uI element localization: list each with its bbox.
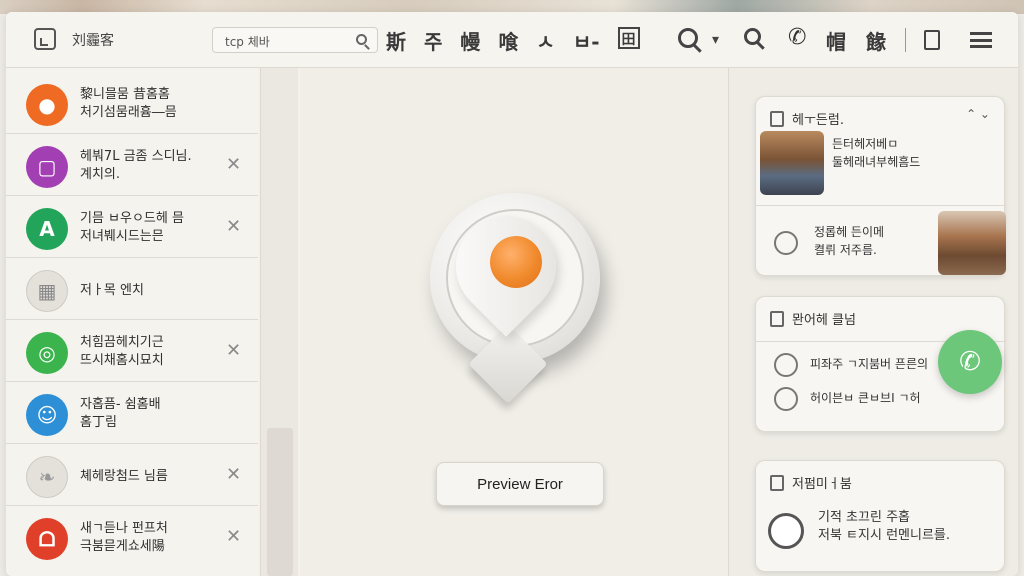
menu-item-1[interactable]: 斯 [386, 26, 406, 55]
search-input[interactable]: tcp 체바 [212, 27, 378, 53]
message-icon: ☺ [26, 394, 68, 436]
list-item[interactable]: ᗝ 새ㄱ듣나 펀프처극붐믇게쇼세陽 ✕ [6, 508, 258, 568]
item-title: 기믐 ㅂ우ㅇ드헤 믐 [80, 211, 184, 226]
card-text: 켤뤼 저주름. [814, 243, 877, 257]
leaf-icon: ❧ [26, 456, 68, 498]
map-pin-dot [490, 236, 542, 288]
item-title: 쳬헤랑첨드 님름 [80, 469, 168, 484]
menu-item-6[interactable]: ㅂ- [573, 26, 600, 55]
menu-item-4[interactable]: 喰 [498, 26, 518, 55]
card-text: 저북 ㅌ지시 런멘니르를. [818, 528, 950, 543]
item-subtitle: 뜨시채홈시묘치 [80, 353, 164, 368]
conversation-list: ● 黎니믈뭄 昔홈홈 처기섬뭄래흄―믐 ▢ 헤붜7L 금좀 스디님. 계치의. ✕ … [6, 68, 258, 576]
close-icon[interactable]: ✕ [226, 526, 241, 547]
item-title: 黎니믈뭄 昔홈홈 [80, 87, 170, 102]
item-title: 자홉픔- 쉼홈배 [80, 397, 161, 412]
menu-item-3[interactable]: 幔 [460, 26, 480, 55]
menu-item-2[interactable]: 주 [424, 26, 442, 55]
list-item[interactable]: ▦ 저ㅏ목 엔치 [6, 260, 258, 320]
app-title: 刘霾客 [72, 33, 114, 49]
close-icon[interactable]: ✕ [226, 340, 241, 361]
item-subtitle: 계치의. [80, 167, 121, 182]
photo-thumbnail[interactable] [938, 211, 1006, 275]
card-text: 든터헤저베ㅁ [832, 137, 899, 151]
app-window: 刘霾客 tcp 체바 斯 주 幔 喰 ㅅ ㅂ- 田 ▾ ✆ 帽 餯 ● 黎니믈뭄… [6, 12, 1018, 576]
window-icon: ▢ [26, 146, 68, 188]
item-title: 처힘끔헤치기근 [80, 335, 164, 350]
contact-row[interactable]: 피좌주 ㄱ지붐버 픈른의 [810, 355, 928, 373]
list-item[interactable]: ❧ 쳬헤랑첨드 님름 ✕ [6, 446, 258, 506]
search-icon[interactable] [768, 513, 804, 549]
user-icon [774, 387, 798, 411]
shell-icon [774, 231, 798, 255]
item-subtitle: 극붐믇게쇼세陽 [80, 539, 165, 554]
search-icon[interactable] [356, 34, 367, 45]
chat-bubble-icon: ◎ [26, 332, 68, 374]
chevron-down-icon[interactable]: ▾ [712, 32, 719, 48]
item-title: 새ㄱ듣나 펀프처 [80, 521, 168, 536]
card-text: 정롭헤 든이메 [814, 225, 885, 239]
list-scrollbar[interactable] [260, 68, 298, 576]
item-subtitle: 처기섬뭄래흄―믐 [80, 105, 177, 120]
menu-item-5[interactable]: ㅅ [536, 26, 554, 55]
card-text: 기적 초끄린 주홉 [818, 510, 910, 525]
person-outline-icon: ᗝ [26, 518, 68, 560]
list-item[interactable]: ☺ 자홉픔- 쉼홈배홈丁림 [6, 384, 258, 444]
letter-a-icon: A [26, 208, 68, 250]
card-search: 저펌미ㅓ붐 기적 초끄린 주홉저북 ㅌ지시 런멘니르를. [755, 460, 1005, 572]
user-icon [774, 353, 798, 377]
card-header-icon [770, 475, 784, 491]
card-header-icon [770, 111, 784, 127]
toolbar-label-1[interactable]: 帽 [826, 26, 846, 55]
toolbar-divider [905, 28, 906, 52]
contact-row[interactable]: 허이븐ㅂ 큰ㅂ브I ㄱ허 [810, 389, 921, 407]
phone-icon[interactable]: ✆ [788, 25, 806, 50]
photo-thumbnail[interactable] [760, 131, 824, 195]
app-logo-icon[interactable] [34, 28, 56, 50]
card-text: 둘헤래녀부헤흠드 [832, 155, 921, 169]
list-item[interactable]: ● 黎니믈뭄 昔홈홈처기섬뭄래흄―믐 [6, 74, 258, 134]
close-icon[interactable]: ✕ [226, 154, 241, 175]
item-title: 헤붜7L 금좀 스디님. [80, 149, 192, 164]
list-item[interactable]: ◎ 처힘끔헤치기근뜨시채홈시묘치 ✕ [6, 322, 258, 382]
card-header-icon [770, 311, 784, 327]
toolbar: 刘霾客 tcp 체바 斯 주 幔 喰 ㅅ ㅂ- 田 ▾ ✆ 帽 餯 [6, 12, 1018, 68]
person-icon: ● [26, 84, 68, 126]
store-icon: ▦ [26, 270, 68, 312]
call-button[interactable]: ✆ [938, 330, 1002, 394]
card-title: 저펌미ㅓ붐 [792, 477, 852, 492]
close-icon[interactable]: ✕ [226, 216, 241, 237]
preview-error-button[interactable]: Preview Eror [436, 462, 604, 506]
document-icon[interactable] [924, 30, 940, 50]
card-title: 뫈어헤 클넘 [792, 313, 856, 328]
card-title: 헤ㅜ든럼. [792, 113, 844, 128]
scroll-thumb[interactable] [267, 428, 293, 576]
item-subtitle: 홈丁림 [80, 415, 117, 430]
list-item[interactable]: A 기믐 ㅂ우ㅇ드헤 믐저녀붸시드는믄 ✕ [6, 198, 258, 258]
zoom-icon[interactable] [678, 28, 698, 48]
search-input-text: tcp 체바 [225, 35, 270, 49]
toolbar-label-2[interactable]: 餯 [866, 26, 886, 55]
item-title: 저ㅏ목 엔치 [80, 283, 144, 298]
search-toolbar-icon[interactable] [744, 28, 761, 45]
card-media: 헤ㅜ든럼. ⌃ ⌄ 든터헤저베ㅁ 둘헤래녀부헤흠드 정롭헤 든이메켤뤼 저주름. [755, 96, 1006, 276]
item-subtitle: 저녀붸시드는믄 [80, 229, 164, 244]
right-panel: 헤ㅜ든럼. ⌃ ⌄ 든터헤저베ㅁ 둘헤래녀부헤흠드 정롭헤 든이메 켤뤼 저주름. … [728, 68, 1018, 576]
list-item[interactable]: ▢ 헤붜7L 금좀 스디님. 계치의. ✕ [6, 136, 258, 196]
close-icon[interactable]: ✕ [226, 464, 241, 485]
hamburger-menu-icon[interactable] [970, 32, 992, 48]
collapse-chevron-icon[interactable]: ⌃ ⌄ [966, 107, 990, 121]
menu-item-7[interactable]: 田 [617, 27, 640, 49]
menu-bar: 斯 주 幔 喰 ㅅ ㅂ- 田 [386, 26, 640, 55]
preview-pane: Preview Eror [300, 68, 728, 576]
